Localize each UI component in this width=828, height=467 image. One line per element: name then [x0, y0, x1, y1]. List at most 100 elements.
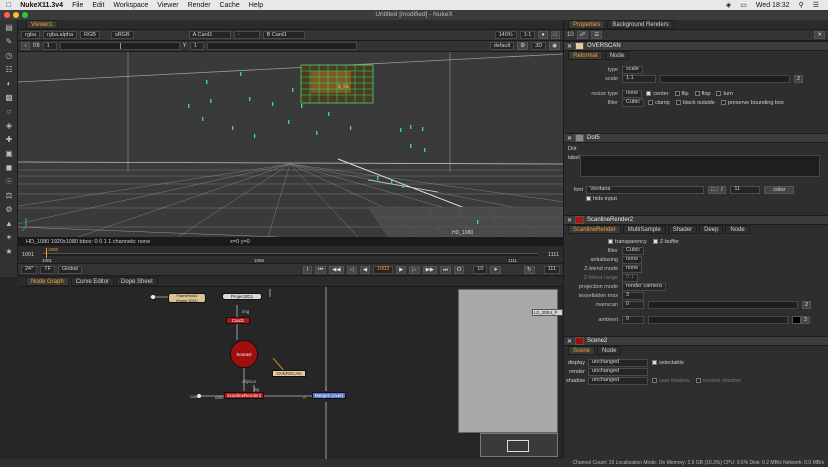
next-keyframe-button[interactable]: ▶▶ [422, 265, 438, 274]
scene-panel-header[interactable]: ✕ Scene2 [564, 336, 828, 346]
dot-panel-header[interactable]: ✕ Dot5 [564, 133, 828, 143]
timeline[interactable]: 1001 1111 1003 1001 1055 1111 [18, 246, 563, 264]
tf-dropdown[interactable]: TF [40, 265, 55, 274]
out-point-button[interactable]: O [454, 265, 465, 274]
skip-forward-button[interactable]: ➤ [490, 265, 502, 274]
range-dropdown[interactable]: Global [58, 265, 82, 274]
type-dropdown[interactable]: scale [622, 65, 643, 74]
node-scene2[interactable]: Scene2 [230, 340, 258, 368]
tab-dope-sheet[interactable]: Dope Sheet [116, 277, 158, 286]
increment-field[interactable]: 10 [473, 265, 488, 274]
color-swatch-icon[interactable] [575, 134, 585, 142]
antialias-dropdown[interactable]: none [622, 255, 643, 264]
bold-button[interactable]: □ [708, 185, 718, 194]
scale-slider[interactable] [660, 74, 790, 83]
selectable-checkbox[interactable] [652, 360, 657, 365]
label-textarea[interactable] [580, 155, 820, 177]
ambient-slider[interactable] [648, 315, 788, 324]
flip-checkbox[interactable] [674, 91, 680, 96]
zoom-dropdown[interactable]: 140% [494, 31, 517, 39]
zblend-dropdown[interactable]: none [622, 264, 643, 273]
overscan-slider[interactable] [648, 300, 798, 309]
last-frame-button[interactable]: ⏭ [440, 265, 451, 274]
zoom-window-button[interactable] [22, 12, 28, 18]
close-all-icon[interactable]: ✕ [814, 31, 825, 39]
node-project3d[interactable]: Project3D1 [222, 293, 262, 300]
scale-badge[interactable]: 2 [794, 74, 804, 83]
zrange-field[interactable]: 0.1 [622, 273, 638, 282]
lock-panel-icon[interactable]: ☍ [576, 31, 589, 39]
node-card1[interactable]: Card1 [226, 317, 250, 324]
color-swatch-icon[interactable] [575, 216, 585, 224]
render-dropdown[interactable]: unchanged [588, 367, 648, 376]
b-input-dropdown[interactable]: B Card1 [262, 31, 305, 39]
tab-node-scene[interactable]: Node [597, 346, 622, 355]
proxy-dropdown[interactable]: default [489, 42, 515, 50]
close-icon[interactable]: ✕ [567, 217, 572, 224]
time-icon[interactable]: ◷ [4, 51, 14, 61]
hide-input-checkbox[interactable] [586, 196, 591, 201]
keyer-icon[interactable]: ○ [4, 107, 14, 117]
font-dropdown[interactable]: Verdana [586, 185, 704, 194]
dot-tab-label[interactable]: Dot [564, 143, 828, 155]
node-graph-navigator[interactable] [480, 433, 558, 457]
italic-button[interactable]: I [717, 185, 727, 194]
lut-dropdown[interactable]: sRGB [110, 31, 134, 39]
gain-slider[interactable] [59, 42, 180, 50]
menu-file[interactable]: File [72, 2, 83, 9]
furnace-icon[interactable]: ▲ [4, 219, 14, 229]
tab-curve-editor[interactable]: Curve Editor [70, 277, 115, 286]
scale-field[interactable]: 1.1 [622, 74, 656, 83]
turn-checkbox[interactable] [716, 91, 722, 96]
minimize-window-button[interactable] [13, 12, 19, 18]
camera-icon[interactable]: ◉ [549, 42, 560, 50]
scan-filter-dropdown[interactable]: Cubic [622, 246, 645, 255]
ambient-field[interactable]: 0 [622, 315, 644, 324]
lock-icon[interactable]: ● [538, 31, 548, 39]
settings-icon[interactable]: ⚙ [517, 42, 529, 50]
cara-icon[interactable]: ★ [4, 247, 14, 257]
resize-dropdown[interactable]: none [622, 89, 643, 98]
overscan-panel-header[interactable]: ✕ OVERSCAN [564, 41, 828, 51]
close-icon[interactable]: ✕ [567, 43, 572, 50]
close-window-button[interactable] [4, 12, 10, 18]
menu-edit[interactable]: Edit [92, 2, 104, 9]
zbuffer-checkbox[interactable] [652, 239, 658, 244]
node-graph[interactable]: FrameHold2 (frame 1001) Project3D1 img C… [18, 287, 563, 459]
node-framehold[interactable]: FrameHold2 (frame 1001) [168, 293, 206, 303]
merge-icon[interactable]: ◈ [4, 121, 14, 131]
alpha-dropdown[interactable]: rgba.alpha [43, 31, 78, 39]
color-button[interactable]: color [764, 185, 795, 194]
image-icon[interactable]: ▤ [4, 23, 14, 33]
step-forward-button[interactable]: ▷ [409, 265, 420, 274]
fps-dropdown[interactable]: 24* [21, 265, 38, 274]
scanline-panel-header[interactable]: ✕ ScanlineRender2 [564, 215, 828, 225]
menu-cache[interactable]: Cache [220, 2, 240, 9]
playhead[interactable] [46, 248, 47, 258]
color-swatch-icon[interactable] [575, 337, 585, 345]
apple-icon[interactable]:  [6, 2, 11, 9]
gamma-slider[interactable] [206, 42, 357, 50]
overscan-badge[interactable]: 2 [802, 300, 812, 309]
center-checkbox[interactable] [646, 91, 652, 96]
timeline-track[interactable] [42, 253, 538, 256]
node-overscan[interactable]: OVERSCAN [272, 370, 306, 377]
app-menu[interactable]: NukeX11.3v4 [20, 2, 63, 9]
clock[interactable]: Wed 18:32 [756, 2, 790, 9]
end-frame-field[interactable]: 111 [543, 265, 560, 274]
color-swatch-icon[interactable] [575, 42, 585, 50]
black-outside-checkbox[interactable] [675, 100, 681, 105]
close-icon[interactable]: ✕ [567, 135, 572, 142]
menu-help[interactable]: Help [249, 2, 263, 9]
gain-field[interactable]: 1 [42, 42, 57, 50]
wipe-dropdown[interactable]: - [233, 31, 260, 39]
font-size-field[interactable]: 11 [730, 185, 761, 194]
filter-icon[interactable]: ▩ [4, 93, 14, 103]
node-scanlinerender[interactable]: ScanlineRender2 [224, 392, 264, 399]
battery-icon[interactable]: ▭ [740, 1, 747, 9]
clamp-checkbox[interactable] [648, 100, 654, 105]
fstop-back-icon[interactable]: ‹ [21, 42, 30, 50]
ambient-color-button[interactable] [792, 315, 801, 324]
color-icon[interactable]: ◐ [4, 79, 14, 89]
first-frame-button[interactable]: ⏮ [315, 265, 327, 274]
